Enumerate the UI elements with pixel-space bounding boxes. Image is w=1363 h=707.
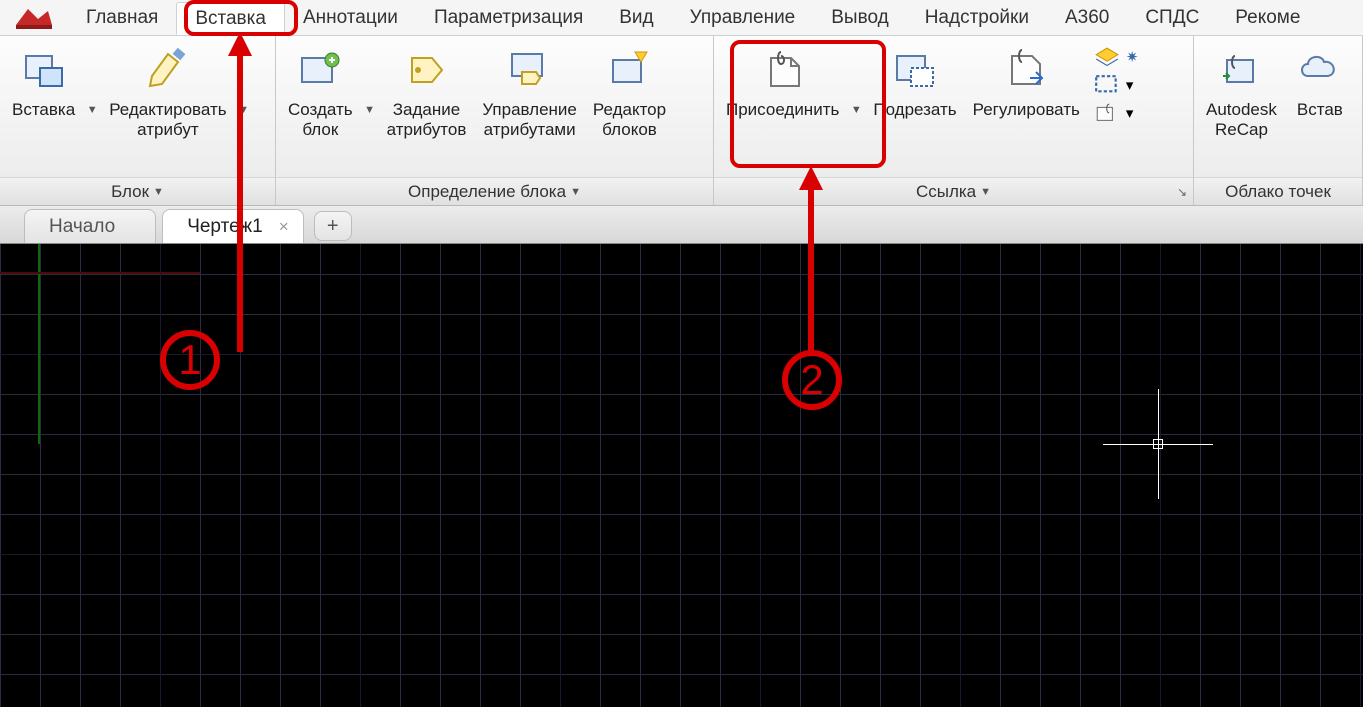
menu-annotations[interactable]: Аннотации — [285, 0, 416, 35]
frame-icon — [1094, 74, 1120, 96]
asterisk-icon: ✷ — [1126, 48, 1139, 66]
cursor-crosshair — [1158, 444, 1159, 445]
manage-attributes-label: Управление атрибутами — [482, 100, 577, 140]
pc-insert-button[interactable]: Встав — [1285, 42, 1355, 124]
panel-block: Вставка ▼ Редактировать атрибут ▼ Блок▼ — [0, 36, 276, 205]
manage-attributes-button[interactable]: Управление атрибутами — [474, 42, 585, 144]
attach-button[interactable]: Присоединить — [718, 42, 847, 124]
menu-view[interactable]: Вид — [601, 0, 671, 35]
chevron-down-icon: ▼ — [980, 186, 991, 198]
frames-button[interactable]: ▾ — [1094, 74, 1139, 96]
ucs-x-axis — [0, 272, 200, 274]
attach-dropdown[interactable]: ▼ — [847, 86, 865, 134]
create-block-label: Создать блок — [288, 100, 353, 140]
snap-icon — [1094, 102, 1120, 124]
tab-drawing1[interactable]: Чертеж1 × — [162, 209, 304, 243]
tag-icon — [402, 46, 450, 94]
cloud-icon — [1296, 46, 1344, 94]
reference-small-stack: ✷ ▾ ▾ — [1088, 42, 1145, 128]
attach-label: Присоединить — [726, 100, 839, 120]
adjust-label: Регулировать — [973, 100, 1080, 120]
menu-main[interactable]: Главная — [68, 0, 176, 35]
menu-a360[interactable]: A360 — [1047, 0, 1127, 35]
app-menu-button[interactable] — [6, 0, 62, 36]
edit-attribute-icon — [144, 46, 192, 94]
recap-label: Autodesk ReCap — [1206, 100, 1277, 140]
panel-point-cloud: Autodesk ReCap Встав Облако точек — [1194, 36, 1363, 205]
menu-addins[interactable]: Надстройки — [907, 0, 1047, 35]
edit-attribute-label: Редактировать атрибут — [109, 100, 226, 140]
chevron-down-icon: ▾ — [1126, 104, 1134, 122]
clip-button[interactable]: Подрезать — [865, 42, 964, 124]
layers-icon — [1094, 46, 1120, 68]
menu-bar: Главная Вставка Аннотации Параметризация… — [0, 0, 1363, 36]
pc-insert-label: Встав — [1297, 100, 1343, 120]
panel-point-cloud-title: Облако точек — [1194, 177, 1362, 205]
snap-underlay-button[interactable]: ▾ — [1094, 102, 1139, 124]
manage-attributes-icon — [506, 46, 554, 94]
edit-attribute-dropdown[interactable]: ▼ — [235, 86, 253, 134]
insert-label: Вставка — [12, 100, 75, 120]
panel-block-definition: Создать блок ▼ Задание атрибутов Управле… — [276, 36, 714, 205]
menu-manage[interactable]: Управление — [672, 0, 814, 35]
drawing-canvas[interactable] — [0, 244, 1363, 707]
menu-output[interactable]: Вывод — [813, 0, 906, 35]
block-editor-label: Редактор блоков — [593, 100, 666, 140]
file-tab-bar: Начало Чертеж1 × + — [0, 206, 1363, 244]
clip-icon — [891, 46, 939, 94]
chevron-down-icon: ▼ — [570, 186, 581, 198]
menu-spds[interactable]: СПДС — [1127, 0, 1217, 35]
panel-reference: Присоединить ▼ Подрезать Регулировать ✷ — [714, 36, 1194, 205]
panel-block-definition-title[interactable]: Определение блока▼ — [276, 177, 713, 205]
adjust-icon — [1002, 46, 1050, 94]
create-block-button[interactable]: Создать блок — [280, 42, 361, 144]
insert-button[interactable]: Вставка — [4, 42, 83, 124]
chevron-down-icon: ▼ — [153, 186, 164, 198]
block-editor-button[interactable]: Редактор блоков — [585, 42, 674, 144]
menu-parametrize[interactable]: Параметризация — [416, 0, 601, 35]
ribbon: Вставка ▼ Редактировать атрибут ▼ Блок▼ … — [0, 36, 1363, 206]
insert-dropdown[interactable]: ▼ — [83, 86, 101, 134]
panel-reference-title[interactable]: Ссылка▼ — [714, 177, 1193, 205]
panel-block-title[interactable]: Блок▼ — [0, 177, 275, 205]
ucs-y-axis — [38, 244, 40, 444]
create-block-dropdown[interactable]: ▼ — [361, 86, 379, 134]
create-block-icon — [296, 46, 344, 94]
attach-icon — [759, 46, 807, 94]
block-editor-icon — [605, 46, 653, 94]
chevron-down-icon: ▾ — [1126, 76, 1134, 94]
new-tab-button[interactable]: + — [314, 211, 352, 241]
panel-reference-expander[interactable]: ↘ — [1177, 185, 1187, 199]
insert-icon — [20, 46, 68, 94]
define-attributes-button[interactable]: Задание атрибутов — [379, 42, 475, 144]
define-attributes-label: Задание атрибутов — [387, 100, 467, 140]
edit-attribute-button[interactable]: Редактировать атрибут — [101, 42, 234, 144]
underlay-layers-button[interactable]: ✷ — [1094, 46, 1139, 68]
tab-start[interactable]: Начало — [24, 209, 156, 243]
recap-icon — [1217, 46, 1265, 94]
adjust-button[interactable]: Регулировать — [965, 42, 1088, 124]
menu-insert[interactable]: Вставка — [176, 2, 285, 35]
menu-recommended[interactable]: Рекоме — [1217, 0, 1318, 35]
recap-button[interactable]: Autodesk ReCap — [1198, 42, 1285, 144]
clip-label: Подрезать — [873, 100, 956, 120]
close-icon[interactable]: × — [279, 217, 289, 237]
